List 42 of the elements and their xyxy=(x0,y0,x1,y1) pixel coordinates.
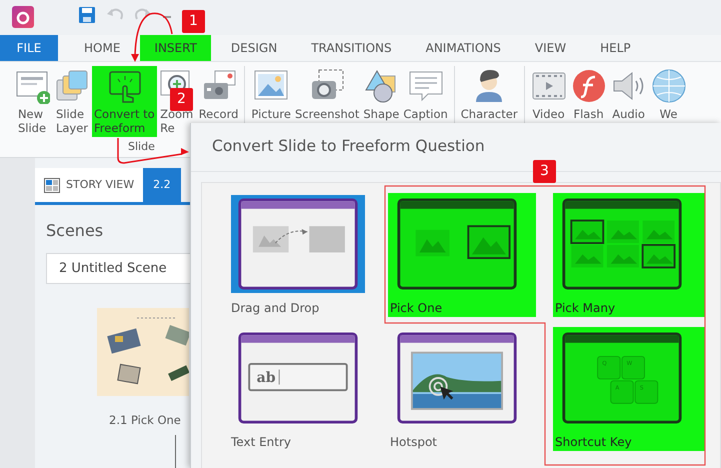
grid-view-icon xyxy=(44,178,60,192)
panel-tab[interactable]: STORY VIEW xyxy=(35,168,144,202)
save-icon[interactable] xyxy=(78,6,96,24)
step-badge: 1 xyxy=(182,10,205,33)
question-type-option[interactable]: Hotspot xyxy=(388,327,536,451)
ribbon-button[interactable]: Video xyxy=(528,66,569,123)
step-badge: 2 xyxy=(170,88,193,111)
question-type-option[interactable]: Pick Many xyxy=(553,193,705,317)
question-type-option[interactable]: Pick One xyxy=(388,193,536,317)
connector-line xyxy=(175,435,176,468)
ribbon-button[interactable]: Character xyxy=(458,66,520,123)
ribbon-button[interactable]: Flash xyxy=(568,66,609,123)
ribbon-tab[interactable]: VIEW xyxy=(520,35,580,61)
annotation-arrow xyxy=(117,138,189,164)
ribbon-tab[interactable]: DESIGN xyxy=(216,35,292,61)
ribbon-button[interactable]: New Slide xyxy=(12,66,52,137)
app-logo xyxy=(12,6,34,28)
flash-icon xyxy=(570,68,607,104)
ribbon-button[interactable]: We xyxy=(648,66,689,123)
ribbon-button[interactable]: Shape xyxy=(361,66,402,123)
group-label: Slide xyxy=(128,139,155,155)
ribbon-button[interactable]: Record xyxy=(196,66,240,123)
ribbon-tab[interactable]: HELP xyxy=(586,35,645,61)
section-heading: Scenes xyxy=(46,220,104,242)
redo-icon[interactable] xyxy=(134,6,152,22)
ribbon-tab[interactable]: FILE xyxy=(0,35,58,61)
ribbon-button[interactable]: Picture xyxy=(249,66,293,123)
ribbon-button[interactable]: Caption xyxy=(401,66,450,123)
ribbon-button[interactable]: Screenshot xyxy=(292,66,362,123)
ribbon-button[interactable]: Convert to Freeform xyxy=(92,66,157,137)
ribbon-tab[interactable]: TRANSITIONS xyxy=(297,35,406,61)
sample-text: ab xyxy=(256,370,276,386)
panel-tab[interactable]: 2.2 xyxy=(143,168,181,202)
ribbon-button[interactable]: Audio xyxy=(608,66,649,123)
ribbon-tab[interactable]: INSERT xyxy=(140,35,211,61)
slide-label: 2.1 Pick One xyxy=(109,412,182,429)
ribbon-button[interactable]: Slide Layer xyxy=(52,66,92,137)
question-type-option[interactable]: ab Text Entry xyxy=(229,327,371,451)
step-badge: 3 xyxy=(533,160,556,183)
globe-icon xyxy=(650,68,687,104)
ribbon-tab[interactable]: HOME xyxy=(70,35,134,61)
ribbon-tab[interactable]: ANIMATIONS xyxy=(412,35,515,61)
